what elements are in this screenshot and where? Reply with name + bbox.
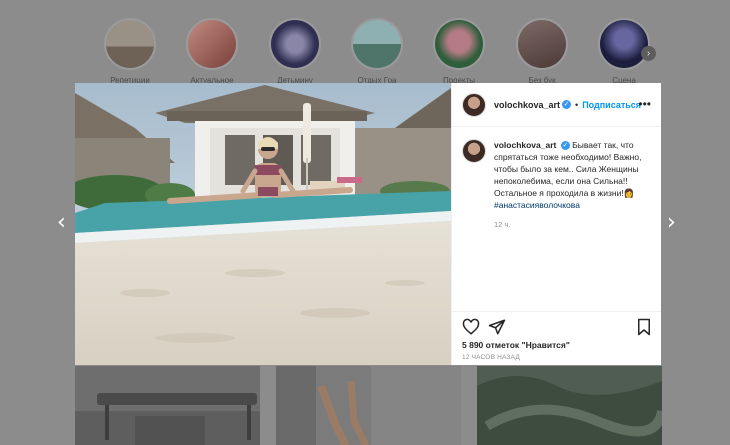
- grid-post-thumbnail[interactable]: [276, 366, 461, 445]
- post-caption: volochkova_art ✓ Бывает так, что спрятат…: [452, 127, 661, 231]
- caption-emoji: 👩: [623, 188, 635, 198]
- avatar[interactable]: [462, 139, 486, 163]
- story-thumbnail: [598, 18, 650, 70]
- story-thumbnail: [186, 18, 238, 70]
- post-photo[interactable]: [75, 83, 451, 365]
- post-header: volochkova_art ✓ • Подписаться •••: [452, 83, 661, 127]
- avatar[interactable]: [462, 92, 486, 117]
- stories-next-button[interactable]: ›: [641, 46, 656, 61]
- story-highlight[interactable]: Актуальное: [182, 18, 242, 85]
- post-modal: volochkova_art ✓ • Подписаться ••• voloc…: [75, 83, 661, 365]
- save-icon[interactable]: [635, 318, 653, 336]
- share-icon[interactable]: [488, 318, 506, 336]
- story-highlight[interactable]: Отдых Гоа: [347, 18, 407, 85]
- username-link[interactable]: volochkova_art: [494, 100, 560, 110]
- chevron-right-icon: ›: [667, 210, 676, 235]
- caption-username[interactable]: volochkova_art: [494, 140, 556, 150]
- like-icon[interactable]: [462, 318, 480, 336]
- grid-post-thumbnail[interactable]: [75, 366, 260, 445]
- story-highlight[interactable]: Проекты: [429, 18, 489, 85]
- caption-body: volochkova_art ✓ Бывает так, что спрятат…: [494, 139, 651, 231]
- follow-button[interactable]: Подписаться: [582, 100, 641, 110]
- story-highlight[interactable]: Репетиции: [100, 18, 160, 85]
- more-icon[interactable]: •••: [638, 97, 651, 111]
- previous-post-arrow[interactable]: ‹: [57, 212, 66, 234]
- verified-icon: ✓: [560, 141, 570, 151]
- hashtag-link[interactable]: #анастасияволочкова: [494, 200, 580, 210]
- likes-count[interactable]: 5 890 отметок "Нравится": [462, 340, 651, 350]
- chevron-left-icon: ‹: [57, 210, 66, 235]
- separator-dot: •: [575, 99, 579, 110]
- post-side-panel: volochkova_art ✓ • Подписаться ••• voloc…: [451, 83, 661, 365]
- post-actions: 5 890 отметок "Нравится" 12 ЧАСОВ НАЗАД: [452, 311, 661, 365]
- post-photo-image: [75, 83, 451, 365]
- caption-timestamp: 12 ч.: [494, 220, 511, 229]
- grid-post-thumbnail[interactable]: [477, 366, 662, 445]
- story-thumbnail: [351, 18, 403, 70]
- story-thumbnail: [104, 18, 156, 70]
- chevron-right-icon: ›: [646, 48, 651, 59]
- story-highlight[interactable]: Детьмину: [265, 18, 325, 85]
- post-timestamp: 12 ЧАСОВ НАЗАД: [462, 354, 520, 361]
- story-thumbnail: [269, 18, 321, 70]
- story-highlight[interactable]: Без бук: [512, 18, 572, 85]
- story-thumbnail: [516, 18, 568, 70]
- verified-icon: ✓: [562, 100, 572, 109]
- next-post-arrow[interactable]: ›: [667, 212, 676, 234]
- story-thumbnail: [433, 18, 485, 70]
